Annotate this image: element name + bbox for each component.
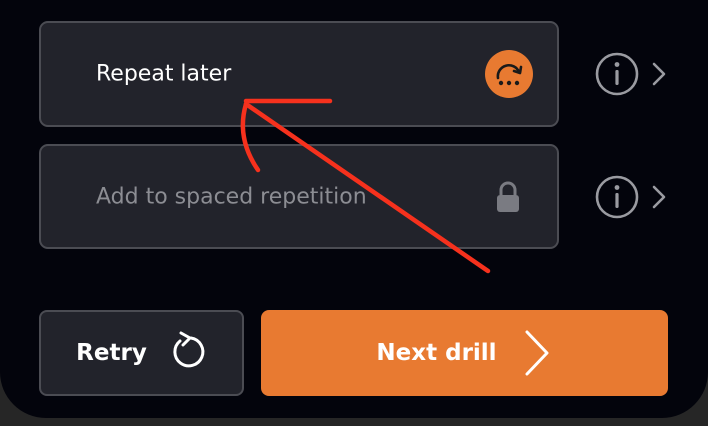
chevron-right-icon [652,62,666,86]
info-icon [595,175,639,219]
retry-icon [173,331,205,368]
retry-button[interactable]: Retry [39,310,244,396]
retry-label: Retry [76,340,147,366]
chevron-right-icon [652,185,666,209]
spaced-repetition-option[interactable]: Add to spaced repetition [39,144,559,249]
next-drill-button[interactable]: Next drill [261,310,668,396]
next-drill-label: Next drill [376,340,497,366]
chevron-right-icon [525,330,549,376]
repeat-later-icon [485,50,533,98]
lock-icon [495,180,521,214]
info-icon [595,52,639,96]
repeat-later-info-button[interactable] [592,49,672,99]
repeat-later-option[interactable]: Repeat later [39,21,559,127]
drill-actions-panel: Repeat later Add to spaced repetition Re… [0,0,708,418]
spaced-repetition-label: Add to spaced repetition [96,184,367,209]
spaced-repetition-info-button[interactable] [592,172,672,222]
repeat-later-label: Repeat later [96,61,232,87]
